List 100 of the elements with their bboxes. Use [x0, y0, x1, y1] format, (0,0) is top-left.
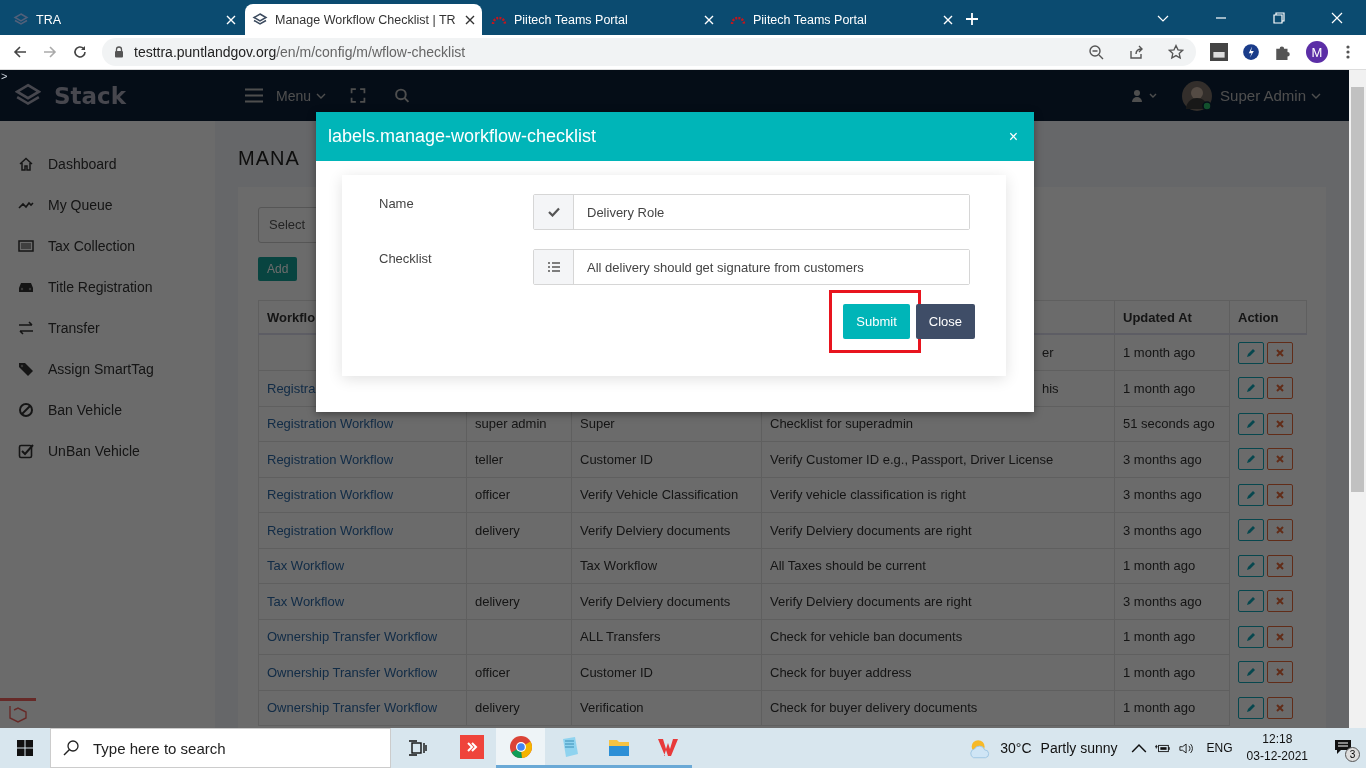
- table-cell: 1 month ago: [1123, 664, 1196, 680]
- zoom-out-icon[interactable]: [1088, 44, 1104, 60]
- more-icon[interactable]: [1346, 44, 1350, 60]
- temperature[interactable]: 30°C: [1000, 740, 1032, 756]
- table-cell: Check for vehicle ban documents: [770, 629, 963, 645]
- sidebar-item[interactable]: Tax Collection: [0, 225, 215, 266]
- new-tab-icon[interactable]: [966, 13, 978, 25]
- user-dropdown-icon[interactable]: [1132, 89, 1159, 102]
- edit-button[interactable]: [1238, 412, 1264, 435]
- table-cell: Verify Vehicle Classification: [580, 487, 739, 503]
- edit-button[interactable]: [1238, 448, 1264, 471]
- delete-button[interactable]: [1267, 377, 1293, 400]
- menu-icon[interactable]: [245, 88, 263, 103]
- taskbar-search-field[interactable]: Type here to search: [50, 728, 391, 768]
- workflow-link[interactable]: Registra: [267, 380, 316, 396]
- close-icon[interactable]: [465, 14, 475, 25]
- input-field[interactable]: Delivery Role: [533, 194, 970, 230]
- taskbar-app[interactable]: [496, 728, 545, 768]
- table-cell: Verify Delviery documents are right: [770, 593, 972, 609]
- brand-name[interactable]: Stack: [54, 82, 126, 109]
- delete-button[interactable]: [1267, 483, 1293, 506]
- delete-button[interactable]: [1267, 661, 1293, 684]
- sidebar-label: Title Registration: [48, 278, 153, 295]
- delete-button[interactable]: [1267, 590, 1293, 613]
- sidebar-item[interactable]: UnBan Vehicle: [0, 430, 215, 471]
- bolt-extension-icon[interactable]: [1242, 43, 1260, 61]
- edit-button[interactable]: [1238, 554, 1264, 577]
- column-header: Action: [1229, 300, 1307, 334]
- workflow-link[interactable]: Tax Workflow: [267, 593, 345, 609]
- delete-button[interactable]: [1267, 696, 1293, 719]
- pencil-icon: [1245, 488, 1257, 501]
- selenium-extension-icon[interactable]: [1210, 43, 1228, 61]
- sidebar-item[interactable]: Ban Vehicle: [0, 389, 215, 430]
- sidebar-item[interactable]: My Queue: [0, 184, 215, 225]
- share-icon[interactable]: [1128, 44, 1144, 60]
- restore-icon[interactable]: [1273, 12, 1285, 24]
- edit-button[interactable]: [1238, 341, 1264, 364]
- table-cell: Checklist for superadmin: [770, 416, 914, 432]
- stray-mark: >: [1, 71, 8, 82]
- layers-icon: [13, 11, 29, 28]
- close-button[interactable]: Close: [915, 304, 975, 339]
- scrollbar[interactable]: [1349, 70, 1366, 728]
- notifications-icon[interactable]: [1334, 739, 1352, 755]
- star-icon[interactable]: [1168, 44, 1184, 60]
- menu-dropdown[interactable]: Menu: [276, 87, 327, 104]
- close-button[interactable]: ×: [1004, 127, 1022, 146]
- fullscreen-icon[interactable]: [349, 88, 368, 103]
- sidebar-item[interactable]: Assign SmartTag: [0, 348, 215, 389]
- browser-tab[interactable]: Piitech Teams Portal: [723, 4, 960, 35]
- address-bar[interactable]: testtra.puntlandgov.org/en/m/config/m/wflow-checklist: [102, 38, 1196, 66]
- sidebar-label: Dashboard: [48, 155, 117, 172]
- browser-tab[interactable]: Piitech Teams Portal: [484, 4, 721, 35]
- input-field[interactable]: All delivery should get signature from customers: [533, 249, 970, 285]
- delete-button[interactable]: [1267, 341, 1293, 364]
- windows-logo-icon[interactable]: [17, 740, 33, 756]
- add-button[interactable]: Add: [258, 257, 298, 281]
- delete-button[interactable]: [1267, 554, 1293, 577]
- delete-button[interactable]: [1267, 412, 1293, 435]
- search-icon[interactable]: [393, 88, 412, 103]
- edit-button[interactable]: [1238, 519, 1264, 542]
- table-cell: 3 months ago: [1123, 451, 1202, 467]
- back-icon[interactable]: [12, 44, 28, 60]
- edit-button[interactable]: [1238, 483, 1264, 506]
- table-cell: Customer ID: [580, 451, 653, 467]
- task-view-icon[interactable]: [409, 740, 427, 756]
- workflow-link[interactable]: Tax Workflow: [267, 558, 345, 574]
- weather-text[interactable]: Partly sunny: [1040, 740, 1118, 756]
- user-avatar[interactable]: [1182, 80, 1213, 111]
- browser-tab[interactable]: Manage Workflow Checklist | TR: [245, 4, 482, 35]
- user-menu[interactable]: Super Admin: [1220, 87, 1321, 104]
- clock-date[interactable]: 03-12-2021: [1246, 748, 1308, 765]
- language-indicator[interactable]: ENG: [1206, 741, 1233, 755]
- tab-title: TRA: [36, 12, 62, 27]
- pencil-icon: [1245, 346, 1257, 359]
- speaker-icon[interactable]: [1178, 741, 1195, 755]
- cross-icon: [1274, 417, 1286, 430]
- browser-tab[interactable]: TRA: [6, 4, 243, 35]
- reload-icon[interactable]: [72, 44, 88, 60]
- sidebar-item[interactable]: Transfer: [0, 307, 215, 348]
- lock-icon: [114, 46, 124, 58]
- sidebar-label: My Queue: [48, 196, 113, 213]
- profile-avatar[interactable]: M: [1306, 41, 1328, 63]
- delete-button[interactable]: [1267, 519, 1293, 542]
- pencil-icon: [1245, 453, 1257, 466]
- edit-button[interactable]: [1238, 625, 1264, 648]
- edit-button[interactable]: [1238, 696, 1264, 719]
- sidebar-item[interactable]: Dashboard: [0, 143, 215, 184]
- delete-button[interactable]: [1267, 625, 1293, 648]
- delete-button[interactable]: [1267, 448, 1293, 471]
- table-cell: 3 months ago: [1123, 593, 1202, 609]
- edit-button[interactable]: [1238, 377, 1264, 400]
- table-cell: Super: [580, 416, 615, 432]
- table-cell: super admin: [475, 416, 547, 432]
- table-cell: officer: [475, 664, 511, 680]
- table-cell: Verify Customer ID e.g., Passport, Driver License: [770, 451, 1054, 467]
- edit-button[interactable]: [1238, 590, 1264, 613]
- clock-time[interactable]: 12:18: [1262, 731, 1293, 748]
- submit-button[interactable]: Submit: [843, 304, 910, 339]
- edit-button[interactable]: [1238, 661, 1264, 684]
- sidebar-item[interactable]: Title Registration: [0, 266, 215, 307]
